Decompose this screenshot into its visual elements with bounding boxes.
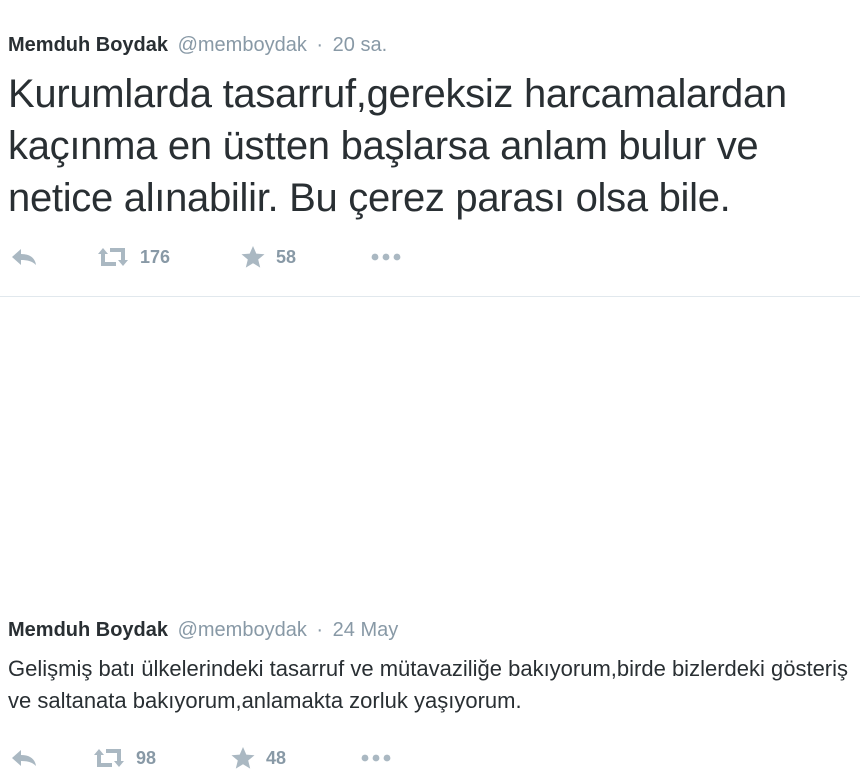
separator: · bbox=[316, 619, 324, 641]
separator: · bbox=[316, 34, 324, 56]
reply-icon bbox=[12, 750, 36, 766]
star-icon bbox=[231, 747, 255, 769]
author-handle[interactable]: @memboydak bbox=[178, 619, 307, 641]
retweet-icon bbox=[98, 248, 128, 266]
star-icon bbox=[241, 246, 265, 268]
retweet-count: 98 bbox=[136, 747, 157, 768]
favorite-button[interactable]: 58 bbox=[240, 242, 296, 272]
retweet-button[interactable]: 176 bbox=[96, 242, 170, 272]
retweet-icon bbox=[94, 749, 124, 767]
tweet-header: Memduh Boydak @memboydak · 20 sa. bbox=[8, 34, 387, 57]
favorite-count: 48 bbox=[266, 747, 287, 768]
more-icon bbox=[361, 754, 391, 762]
tweet-text: Kurumlarda tasarruf,gereksiz harcamalard… bbox=[8, 72, 787, 220]
tweet: Memduh Boydak @memboydak · 24 May Gelişm… bbox=[0, 297, 860, 769]
tweet-header: Memduh Boydak @memboydak · 24 May bbox=[8, 619, 398, 642]
author-name[interactable]: Memduh Boydak bbox=[8, 34, 168, 56]
retweet-button[interactable]: 98 bbox=[92, 743, 156, 773]
reply-button[interactable] bbox=[10, 743, 38, 773]
reply-button[interactable] bbox=[10, 242, 38, 272]
tweet-text: Gelişmiş batı ülkelerindeki tasarruf ve … bbox=[8, 656, 849, 713]
timestamp[interactable]: 20 sa. bbox=[333, 34, 387, 56]
more-button[interactable] bbox=[360, 743, 392, 773]
more-icon bbox=[371, 253, 401, 261]
timestamp[interactable]: 24 May bbox=[333, 619, 399, 641]
author-name[interactable]: Memduh Boydak bbox=[8, 619, 168, 641]
tweet: Memduh Boydak @memboydak · 20 sa. Kuruml… bbox=[0, 0, 860, 296]
author-handle[interactable]: @memboydak bbox=[178, 34, 307, 56]
reply-icon bbox=[12, 249, 36, 265]
retweet-count: 176 bbox=[140, 246, 171, 267]
more-button[interactable] bbox=[370, 242, 402, 272]
favorite-button[interactable]: 48 bbox=[230, 743, 286, 773]
favorite-count: 58 bbox=[276, 246, 297, 267]
